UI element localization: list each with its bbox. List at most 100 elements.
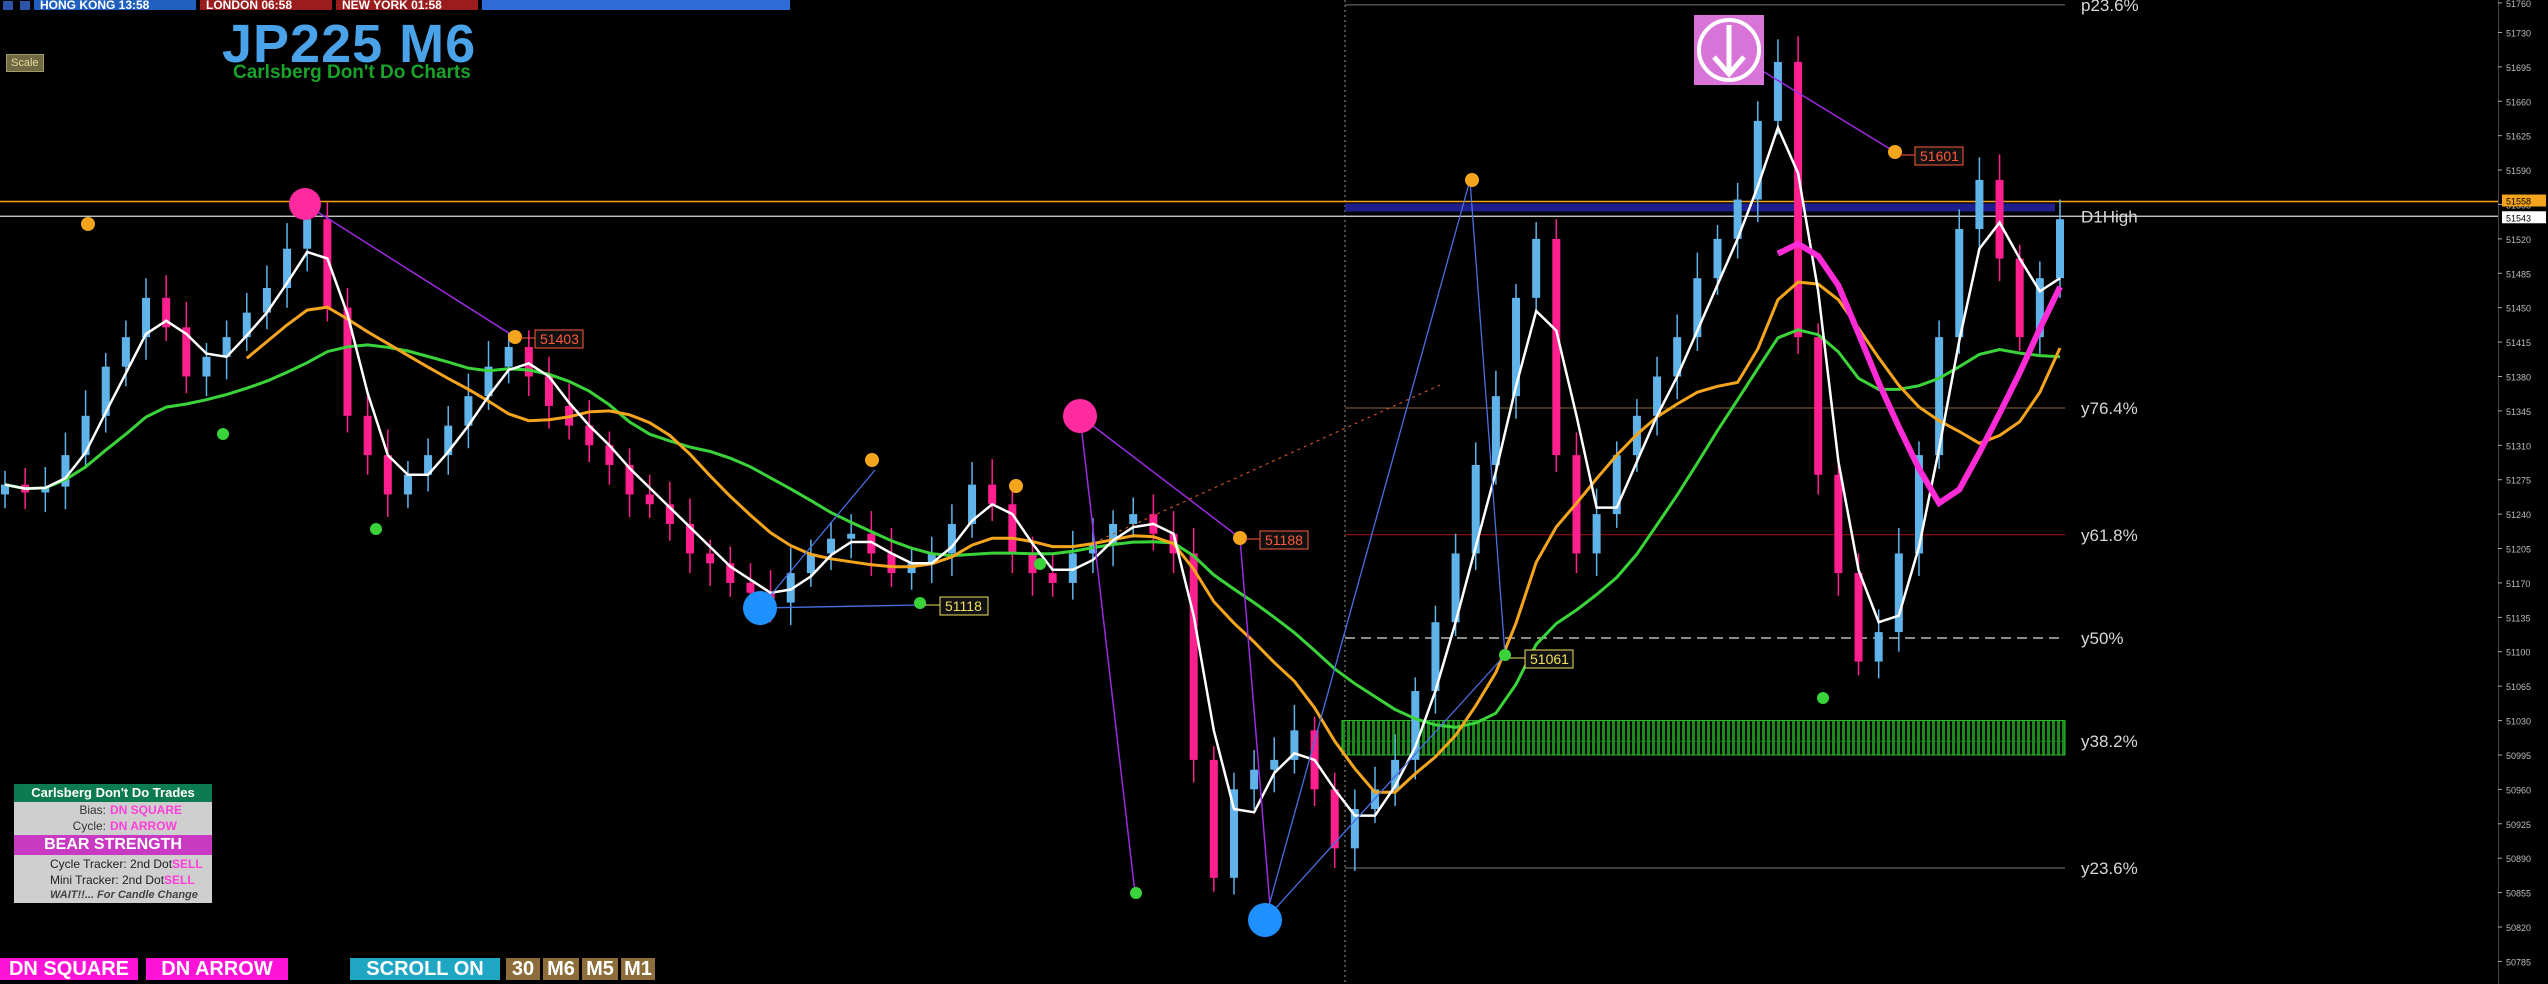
demand-zone-bar	[1482, 720, 1485, 755]
timeframe-m5-button[interactable]: M5	[582, 958, 618, 980]
candle-body	[2056, 219, 2064, 279]
demand-zone-bar	[1947, 720, 1950, 755]
demand-zone-bar	[1697, 720, 1700, 755]
axis-tick-label: 51310	[2506, 441, 2531, 451]
candle-body	[504, 347, 513, 367]
candle-body	[1532, 238, 1541, 298]
mini-tracker-row: Mini Tracker: 2nd DotSELL	[14, 872, 212, 888]
demand-zone-bar	[1552, 720, 1555, 755]
demand-zone-bar	[1952, 720, 1955, 755]
dn-square-button[interactable]: DN SQUARE	[0, 958, 138, 980]
cycle-tracker-signal: SELL	[172, 857, 203, 871]
price-tag-label: 51403	[540, 331, 579, 347]
demand-zone-bar	[1567, 720, 1570, 755]
mini-tracker-label: Mini Tracker: 2nd Dot	[50, 873, 165, 887]
swing-high-dot	[1465, 173, 1479, 187]
demand-zone-bar	[1982, 720, 1985, 755]
scroll-toggle-button[interactable]: SCROLL ON	[350, 958, 500, 980]
price-tag-label: 51601	[1920, 148, 1959, 164]
axis-tick-label: 51660	[2506, 97, 2531, 107]
bias-value: DN SQUARE	[110, 803, 183, 817]
candle-body	[1048, 573, 1057, 583]
demand-zone-bar	[1677, 720, 1680, 755]
timeframe-m1-button[interactable]: M1	[621, 958, 655, 980]
demand-zone-bar	[1692, 720, 1695, 755]
sell-signal-dot	[289, 188, 321, 220]
scale-button[interactable]: Scale	[6, 54, 44, 72]
swing-high-dot	[1009, 479, 1023, 493]
axis-tick-label: 51730	[2506, 28, 2531, 38]
demand-zone-bar	[1862, 720, 1865, 755]
mini-tracker-signal: SELL	[164, 873, 195, 887]
demand-zone-bar	[1347, 720, 1350, 755]
axis-tick-label: 51170	[2506, 579, 2530, 589]
demand-zone-bar	[1742, 720, 1745, 755]
fib-label: y50%	[2081, 629, 2124, 648]
zigzag-line	[304, 203, 516, 338]
demand-zone-bar	[1787, 720, 1790, 755]
axis-tick-label: 51275	[2506, 476, 2531, 486]
demand-zone-bar	[1357, 720, 1360, 755]
demand-zone-bar	[1922, 720, 1925, 755]
demand-zone-bar	[1622, 720, 1625, 755]
demand-zone-bar	[1917, 720, 1920, 755]
zigzag-line	[1079, 415, 1136, 894]
axis-tick-label: 51205	[2506, 545, 2531, 555]
candle-body	[706, 553, 715, 564]
swing-low-dot	[914, 597, 926, 609]
demand-zone-bar	[1747, 720, 1750, 755]
cycle-row: Cycle: DN ARROW	[14, 818, 212, 834]
trend-line	[759, 604, 921, 609]
candle-body	[1129, 514, 1138, 524]
axis-tick-label: 50960	[2506, 785, 2531, 795]
demand-zone-bar	[1592, 720, 1595, 755]
demand-zone-bar	[1602, 720, 1605, 755]
candle-body	[383, 455, 392, 495]
timeframe-m6-button[interactable]: M6	[543, 958, 579, 980]
dn-arrow-button[interactable]: DN ARROW	[146, 958, 288, 980]
orange-ma-line	[245, 280, 2062, 794]
demand-zone-bar	[1682, 720, 1685, 755]
timeframe-30-button[interactable]: 30	[506, 958, 540, 980]
axis-tick-label: 51345	[2506, 407, 2531, 417]
demand-zone-bar	[1612, 720, 1615, 755]
demand-zone-bar	[1362, 720, 1365, 755]
wait-message: WAIT!!... For Candle Change	[50, 889, 198, 901]
demand-zone-bar	[1662, 720, 1665, 755]
axis-tick-label: 51695	[2506, 63, 2531, 73]
axis-tick-label: 51100	[2506, 648, 2530, 658]
swing-low-dot	[1034, 558, 1046, 570]
current-price-label: 51558	[2506, 197, 2531, 207]
price-axis[interactable]: 5176051730516955166051625515905155551520…	[2498, 0, 2548, 984]
demand-zone-bar	[1372, 720, 1375, 755]
strength-badge: BEAR STRENGTH	[14, 835, 212, 855]
axis-tick-label: 51065	[2506, 682, 2531, 692]
chart-subtitle: Carlsberg Don't Do Charts	[233, 62, 471, 83]
axis-tick-label: 50995	[2506, 751, 2531, 761]
demand-zone-bar	[1762, 720, 1765, 755]
demand-zone-bar	[1867, 720, 1870, 755]
axis-tick-label: 51135	[2506, 613, 2530, 623]
demand-zone-bar	[1722, 720, 1725, 755]
demand-zone-bar	[1522, 720, 1525, 755]
candle-body	[1874, 632, 1883, 662]
demand-zone-bar	[1472, 720, 1475, 755]
buy-signal-dot	[743, 591, 777, 625]
swing-high-dot	[865, 453, 879, 467]
candle-body	[988, 484, 997, 505]
price-chart[interactable]: p23.6% y76.4% y61.8% y50% y38.2% y23.6% D1High…	[0, 0, 2498, 984]
d1high-price-label: 51543	[2506, 213, 2531, 223]
demand-zone-bar	[1352, 720, 1355, 755]
demand-zone-bar	[1817, 720, 1820, 755]
demand-zone-bar	[1967, 720, 1970, 755]
fib-label: y76.4%	[2081, 399, 2138, 418]
cycle-tracker-label: Cycle Tracker: 2nd Dot	[50, 857, 173, 871]
swing-low-dot	[370, 523, 382, 535]
demand-zone-bar	[1577, 720, 1580, 755]
demand-zone-bar	[1512, 720, 1515, 755]
candle-body	[1995, 179, 2004, 259]
candle-body	[1975, 179, 1984, 230]
swing-low-dot	[1130, 887, 1142, 899]
demand-zone-bar	[1827, 720, 1830, 755]
candle-body	[202, 356, 211, 377]
